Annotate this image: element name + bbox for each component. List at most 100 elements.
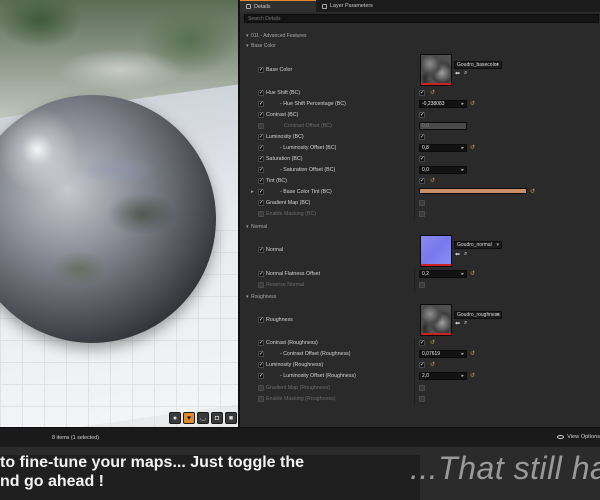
- tint-color-swatch[interactable]: [419, 188, 527, 194]
- checkbox-icon[interactable]: ✓: [258, 340, 264, 346]
- row-enable-masking-roughness: Enable Masking (Roughness): [240, 394, 600, 405]
- search-details-input[interactable]: [244, 14, 599, 23]
- hue-shift-value-field[interactable]: -0,238083 ▸: [419, 100, 467, 108]
- reset-arrow-icon[interactable]: ↺: [430, 340, 435, 346]
- search-asset-icon[interactable]: ⌕: [464, 251, 467, 258]
- expand-arrow-icon[interactable]: ▸: [251, 189, 254, 195]
- reset-arrow-icon[interactable]: ↺: [430, 90, 435, 96]
- search-asset-icon[interactable]: ⌕: [464, 320, 467, 327]
- asset-dropdown-basecolor[interactable]: Goudro_basecolor ▾: [454, 61, 502, 69]
- checkbox-icon[interactable]: [419, 396, 425, 402]
- checkbox-icon[interactable]: ✓: [258, 373, 264, 379]
- search-asset-icon[interactable]: ⌕: [464, 70, 467, 77]
- section-normal[interactable]: ▾ Normal: [240, 222, 600, 233]
- checkbox-icon[interactable]: ✓: [419, 134, 425, 140]
- param-label: Luminosity (Roughness): [266, 362, 324, 368]
- checkbox-icon[interactable]: ✓: [258, 178, 264, 184]
- checkbox-icon[interactable]: [419, 211, 425, 217]
- row-gradient-map: ✓ Gradient Map (BC): [240, 198, 600, 209]
- browse-arrow-icon[interactable]: ⬅: [455, 70, 460, 77]
- reset-arrow-icon[interactable]: ↺: [530, 189, 535, 195]
- checkbox-icon[interactable]: [258, 211, 264, 217]
- checkbox-icon[interactable]: ✓: [258, 247, 264, 253]
- checkbox-icon[interactable]: ✓: [258, 90, 264, 96]
- chevron-down-icon: ▾: [496, 242, 499, 248]
- luminosity-offset-field[interactable]: 0,8 ▸: [419, 144, 467, 152]
- reset-arrow-icon[interactable]: ↺: [470, 271, 475, 277]
- checkbox-icon[interactable]: [419, 282, 425, 288]
- reset-arrow-icon[interactable]: ↺: [470, 373, 475, 379]
- row-contrast-offset: Contrast Offset (BC) 0,0: [240, 121, 600, 132]
- contrast-offset-field[interactable]: 0,0: [419, 122, 467, 130]
- checkbox-icon[interactable]: ✓: [419, 112, 425, 118]
- checkbox-icon[interactable]: ✓: [258, 189, 264, 195]
- param-label: Roughness: [266, 317, 293, 323]
- luminosity-offset-roughness-field[interactable]: 2,0 ▸: [419, 372, 467, 380]
- row-contrast-roughness: ✓ Contrast (Roughness) ✓ ↺: [240, 338, 600, 349]
- material-preview-viewport[interactable]: ● ♥ ◡ ◘ ■: [0, 0, 238, 427]
- reset-arrow-icon[interactable]: ↺: [470, 101, 475, 107]
- field-value: 0,2: [422, 271, 429, 277]
- checkbox-icon[interactable]: ✓: [258, 156, 264, 162]
- section-base-color[interactable]: ▾ Base Color: [240, 41, 600, 52]
- checkbox-icon[interactable]: ✓: [258, 317, 264, 323]
- texture-thumbnail-normal[interactable]: [420, 235, 452, 267]
- checkbox-icon[interactable]: ✓: [258, 112, 264, 118]
- checkbox-icon[interactable]: ✓: [258, 134, 264, 140]
- asset-actions: ⬅ ⌕: [455, 320, 467, 327]
- cube-mode-button[interactable]: ■: [225, 412, 237, 424]
- asset-dropdown-roughness[interactable]: Goudro_roughness ▾: [454, 311, 502, 319]
- texture-thumbnail-roughness[interactable]: [420, 304, 452, 336]
- expand-arrow-icon: ▾: [246, 43, 249, 49]
- reset-arrow-icon[interactable]: ↺: [470, 351, 475, 357]
- checkbox-icon[interactable]: ✓: [258, 351, 264, 357]
- checkbox-icon[interactable]: ✓: [258, 67, 264, 73]
- row-saturation: ✓ Saturation (BC) ✓: [240, 154, 600, 165]
- asset-dropdown-normal[interactable]: Goudro_normal ▾: [454, 241, 502, 249]
- param-label: - Contrast Offset (Roughness): [280, 351, 351, 357]
- lit-mode-icon[interactable]: ♥: [183, 412, 195, 424]
- section-roughness[interactable]: ▾ Roughness: [240, 292, 600, 303]
- checkbox-icon[interactable]: ✓: [258, 145, 264, 151]
- asset-actions: ⬅ ⌕: [455, 70, 467, 77]
- browse-arrow-icon[interactable]: ⬅: [455, 251, 460, 258]
- checkbox-icon[interactable]: [258, 282, 264, 288]
- checkbox-icon[interactable]: ✓: [419, 362, 425, 368]
- checkbox-icon[interactable]: ✓: [419, 90, 425, 96]
- checkbox-icon[interactable]: [419, 385, 425, 391]
- asset-name: Goudro_basecolor: [457, 62, 499, 68]
- checkbox-icon[interactable]: ✓: [258, 271, 264, 277]
- checkbox-icon[interactable]: ✓: [258, 200, 264, 206]
- row-normal-flatness: ✓ Normal Flatness Offset 0,2 ▸ ↺: [240, 269, 600, 280]
- checkbox-icon[interactable]: ✓: [258, 167, 264, 173]
- checkbox-icon[interactable]: ✓: [419, 156, 425, 162]
- saturation-offset-field[interactable]: 0,0 ▸: [419, 166, 467, 174]
- texture-thumbnail-basecolor[interactable]: [420, 54, 452, 86]
- reset-arrow-icon[interactable]: ↺: [430, 362, 435, 368]
- param-label: Enable Masking (BC): [266, 211, 317, 217]
- row-luminosity-roughness: ✓ Luminosity (Roughness) ✓ ↺: [240, 360, 600, 371]
- checkbox-icon[interactable]: ✓: [258, 362, 264, 368]
- normal-flatness-field[interactable]: 0,2 ▸: [419, 270, 467, 278]
- checkbox-icon[interactable]: ✓: [419, 340, 425, 346]
- cylinder-mode-button[interactable]: ◡: [197, 412, 209, 424]
- reset-arrow-icon[interactable]: ↺: [470, 145, 475, 151]
- checkbox-icon[interactable]: [258, 385, 264, 391]
- param-label: Gradient Map (Roughness): [266, 385, 330, 391]
- plane-mode-button[interactable]: ◘: [211, 412, 223, 424]
- tab-details[interactable]: Details: [240, 0, 316, 12]
- reset-arrow-icon[interactable]: ↺: [430, 178, 435, 184]
- sphere-mode-button[interactable]: ●: [169, 412, 181, 424]
- checkbox-icon[interactable]: [419, 200, 425, 206]
- contrast-offset-roughness-field[interactable]: 0,07619 ▸: [419, 350, 467, 358]
- checkbox-icon[interactable]: [258, 123, 264, 129]
- checkbox-icon[interactable]: ✓: [419, 178, 425, 184]
- browse-arrow-icon[interactable]: ⬅: [455, 320, 460, 327]
- view-options-label: View Options: [567, 434, 600, 440]
- param-label: Contrast (Roughness): [266, 340, 318, 346]
- view-options-button[interactable]: View Options: [557, 434, 600, 440]
- checkbox-icon[interactable]: [258, 396, 264, 402]
- param-label: Reverse Normal: [266, 282, 305, 288]
- checkbox-icon[interactable]: ✓: [258, 101, 264, 107]
- tab-layer-parameters[interactable]: Layer Parameters: [316, 0, 379, 12]
